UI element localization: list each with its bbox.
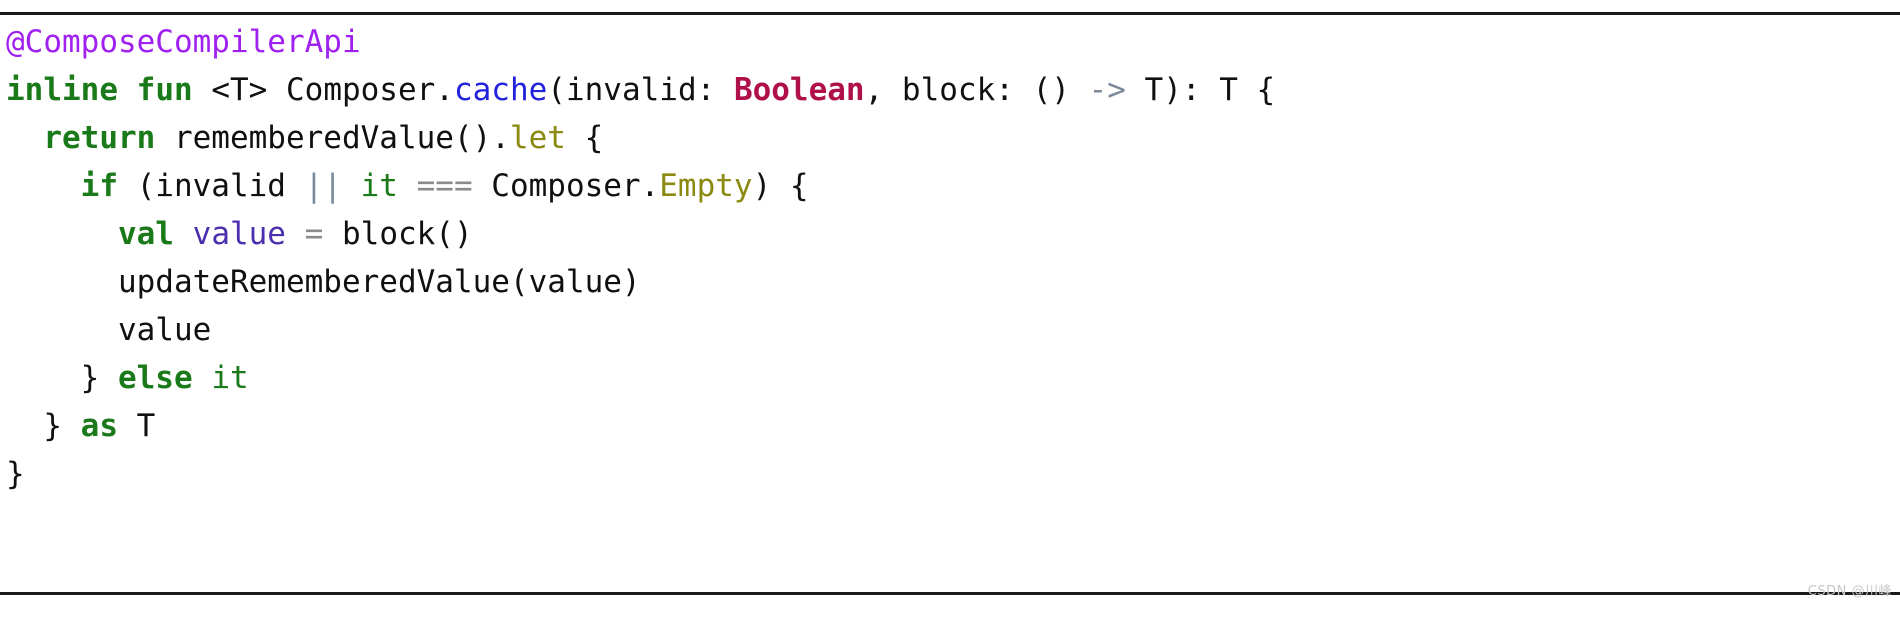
code-token-plain: block() <box>323 216 473 252</box>
code-token-type: Boolean <box>733 72 865 108</box>
code-token-plain: rememberedValue(). <box>155 120 510 156</box>
code-token-plain: , block: () <box>864 72 1089 108</box>
code-token-keyword: val <box>117 216 174 252</box>
code-token-itkw: it <box>211 360 249 396</box>
code-token-function: cache <box>453 72 548 108</box>
code-token-itkw: it <box>360 168 398 204</box>
code-token-plain: value <box>117 312 212 348</box>
code-token-plain: T <box>117 408 156 444</box>
code-token-plain: } <box>80 360 118 396</box>
watermark-text: CSDN @川峰 <box>1807 584 1892 599</box>
code-token-member: let <box>509 120 566 156</box>
code-token-local: value <box>192 216 286 252</box>
code-token-member: Empty <box>659 168 753 204</box>
code-token-soft: || <box>304 168 342 204</box>
code-token-plain: Composer. <box>472 168 660 204</box>
code-token-operator: === <box>416 168 473 204</box>
code-token-plain: } <box>6 456 25 492</box>
code-token-plain: (invalid: <box>547 72 734 108</box>
code-token-plain: } <box>43 408 81 444</box>
code-token-keyword: inline <box>6 72 118 108</box>
code-token-plain: (invalid <box>117 168 305 204</box>
code-line: inline fun <T> Composer.cache(invalid: B… <box>6 66 1900 114</box>
code-token-keyword: as <box>80 408 118 444</box>
code-line: @ComposeCompilerApi <box>6 18 1900 66</box>
code-line: } as T <box>6 402 1900 450</box>
code-token-keyword: if <box>80 168 118 204</box>
code-token-plain: Composer. <box>267 72 454 108</box>
code-line: val value = block() <box>6 210 1900 258</box>
code-snippet-block: @ComposeCompilerApi inline fun <T> Compos… <box>0 0 1900 622</box>
code-token-operator: = <box>304 216 324 252</box>
code-token-keyword: else <box>117 360 193 396</box>
code-line: updateRememberedValue(value) <box>6 258 1900 306</box>
bottom-divider-rule <box>0 592 1900 595</box>
code-lines-container: @ComposeCompilerApi inline fun <T> Compos… <box>6 18 1900 498</box>
code-token-soft: -> <box>1088 72 1126 108</box>
code-token-keyword: fun <box>136 72 193 108</box>
code-token-plain: { <box>565 120 604 156</box>
code-line: if (invalid || it === Composer.Empty) { <box>6 162 1900 210</box>
code-token-plain: T): T { <box>1125 72 1276 108</box>
code-token-keyword: return <box>43 120 156 156</box>
code-line: } else it <box>6 354 1900 402</box>
code-line: } <box>6 450 1900 498</box>
code-token-generic: <T> <box>211 72 268 108</box>
top-divider-rule <box>0 12 1900 15</box>
code-line: value <box>6 306 1900 354</box>
code-token-annotation: @ComposeCompilerApi <box>6 24 361 60</box>
code-token-plain: updateRememberedValue(value) <box>117 264 641 300</box>
code-token-plain: ) { <box>752 168 809 204</box>
code-line: return rememberedValue().let { <box>6 114 1900 162</box>
